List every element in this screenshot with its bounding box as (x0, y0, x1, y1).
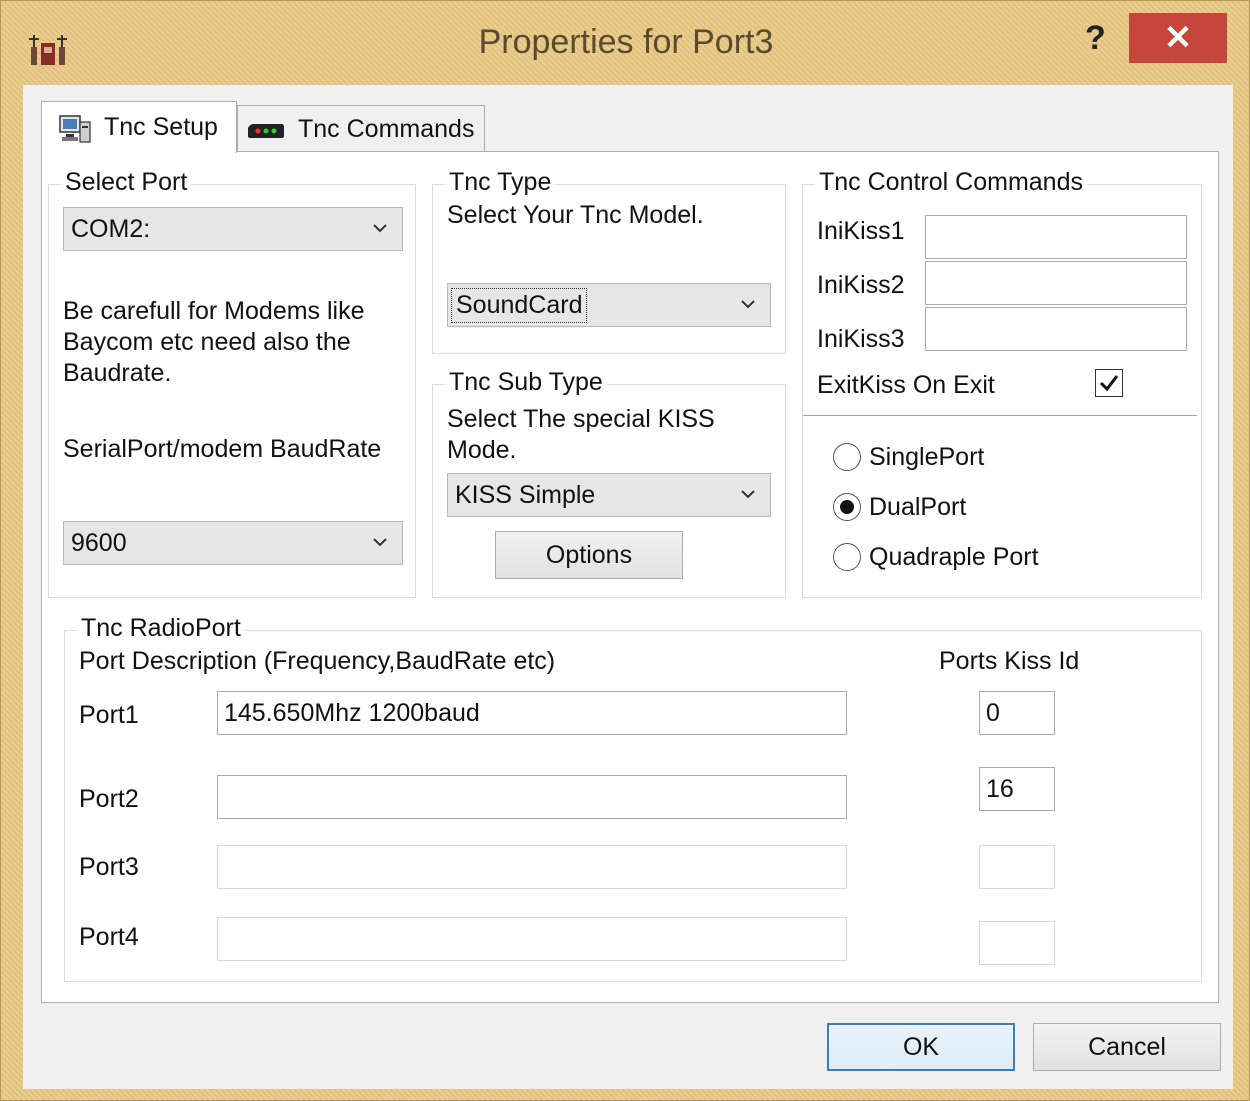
select-port-legend: Select Port (61, 168, 192, 197)
port1-description-input[interactable]: 145.650Mhz 1200baud (217, 691, 847, 735)
port1-label: Port1 (79, 701, 139, 729)
port2-description-input[interactable] (217, 775, 847, 819)
tnc-type-instruction: Select Your Tnc Model. (447, 201, 704, 229)
computer-setup-icon (59, 114, 91, 143)
tab-tnc-commands[interactable]: Tnc Commands (237, 105, 485, 153)
kiss-mode-select[interactable]: KISS Simple (447, 473, 771, 517)
baudrate-warning-line-2: Baycom etc need also the (63, 328, 351, 356)
options-button[interactable]: Options (495, 531, 683, 579)
tnc-radioport-legend: Tnc RadioPort (77, 614, 245, 643)
window-title: Properties for Port3 (478, 23, 774, 61)
port3-description-input[interactable] (217, 845, 847, 889)
ok-button[interactable]: OK (827, 1023, 1015, 1071)
cancel-button[interactable]: Cancel (1033, 1023, 1221, 1071)
tnc-type-legend: Tnc Type (445, 168, 556, 197)
chevron-down-icon (373, 224, 387, 233)
baudrate-select-value: 9600 (71, 528, 127, 557)
tnc-sub-type-instruction-line-2: Mode. (447, 436, 517, 464)
inikiss3-input[interactable] (925, 307, 1187, 351)
tnc-sub-type-legend: Tnc Sub Type (445, 368, 607, 397)
baudrate-warning-line-3: Baudrate. (63, 359, 172, 387)
ports-kiss-id-header: Ports Kiss Id (939, 647, 1080, 675)
baudrate-select[interactable]: 9600 (63, 521, 403, 565)
port3-label: Port3 (79, 853, 139, 881)
tnc-model-select[interactable]: SoundCard (447, 283, 771, 327)
inikiss1-label: IniKiss1 (817, 217, 905, 245)
chevron-down-icon (741, 490, 755, 499)
tnc-radioport-group: Tnc RadioPort Port Description (Frequenc… (64, 614, 1202, 982)
quadraple-port-label[interactable]: Quadraple Port (869, 543, 1039, 572)
close-button[interactable]: ✕ (1129, 13, 1227, 63)
tnc-control-commands-legend: Tnc Control Commands (815, 168, 1087, 197)
tab-tnc-commands-label: Tnc Commands (298, 115, 475, 143)
tnc-sub-type-group: Tnc Sub Type Select The special KISS Mod… (432, 368, 786, 598)
tnc-control-commands-group: Tnc Control Commands IniKiss1 IniKiss2 I… (802, 168, 1202, 598)
exitkiss-checkbox[interactable] (1095, 369, 1123, 397)
chevron-down-icon (741, 300, 755, 309)
inikiss1-input[interactable] (925, 215, 1187, 259)
baudrate-label: SerialPort/modem BaudRate (63, 435, 382, 463)
modem-device-icon (248, 123, 284, 138)
separator (803, 415, 1197, 417)
port-description-header: Port Description (Frequency,BaudRate etc… (79, 647, 556, 675)
tnc-sub-type-instruction-line-1: Select The special KISS (447, 405, 715, 433)
inikiss3-label: IniKiss3 (817, 325, 905, 353)
quadraple-port-radio[interactable] (833, 543, 861, 571)
port4-label: Port4 (79, 923, 139, 951)
kiss-mode-select-value: KISS Simple (455, 480, 596, 509)
port-select[interactable]: COM2: (63, 207, 403, 251)
baudrate-warning-line-1: Be carefull for Modems like (63, 297, 365, 325)
singleport-radio[interactable] (833, 443, 861, 471)
port2-label: Port2 (79, 785, 139, 813)
tab-tnc-setup[interactable]: Tnc Setup (41, 101, 237, 153)
singleport-label[interactable]: SinglePort (869, 443, 984, 472)
chevron-down-icon (373, 538, 387, 547)
inikiss2-input[interactable] (925, 261, 1187, 305)
checkmark-icon (1099, 375, 1119, 392)
tab-panel-tnc-setup: Select Port COM2: Be carefull for Modems… (41, 151, 1219, 1003)
port2-kiss-id-input[interactable]: 16 (979, 767, 1055, 811)
radio-selected-dot (840, 500, 854, 514)
port4-kiss-id-input[interactable] (979, 921, 1055, 965)
tab-tnc-setup-label: Tnc Setup (104, 113, 218, 141)
port3-kiss-id-input[interactable] (979, 845, 1055, 889)
tnc-model-select-value: SoundCard (451, 287, 588, 323)
dialog-window: Properties for Port3 ? ✕ Tnc Setup Tnc C… (0, 0, 1250, 1101)
help-button[interactable]: ? (1085, 19, 1106, 58)
dualport-radio[interactable] (833, 493, 861, 521)
port-select-value: COM2: (71, 214, 151, 243)
tnc-type-group: Tnc Type Select Your Tnc Model. SoundCar… (432, 168, 786, 354)
dualport-label[interactable]: DualPort (869, 493, 966, 522)
dialog-client-area: Tnc Setup Tnc Commands Select Port COM2:… (23, 85, 1233, 1089)
inikiss2-label: IniKiss2 (817, 271, 905, 299)
select-port-group: Select Port COM2: Be carefull for Modems… (48, 168, 416, 598)
port4-description-input[interactable] (217, 917, 847, 961)
port1-kiss-id-input[interactable]: 0 (979, 691, 1055, 735)
exitkiss-label: ExitKiss On Exit (817, 371, 995, 399)
